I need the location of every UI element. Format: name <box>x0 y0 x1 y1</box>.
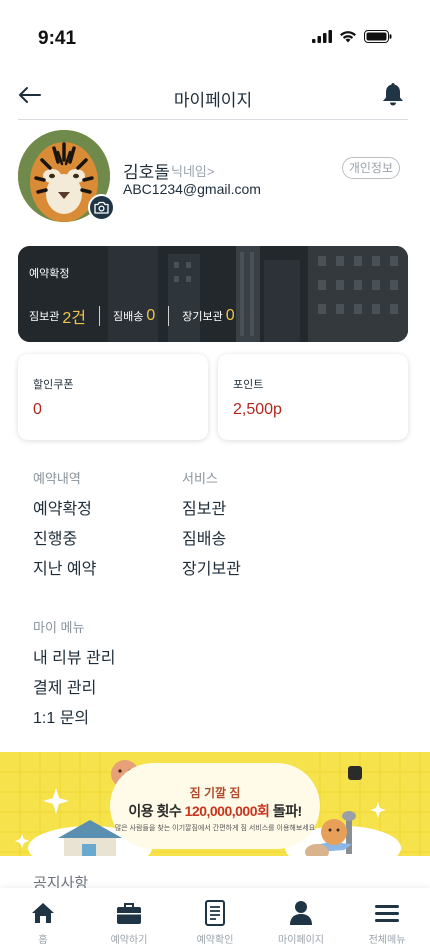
stat-longterm-label: 장기보관 <box>182 311 223 323</box>
promo-headline-suffix: 돌파! <box>269 803 302 819</box>
camera-icon <box>94 201 109 214</box>
menu-item-payments[interactable]: 결제 관리 <box>33 674 116 704</box>
wifi-icon <box>340 31 356 43</box>
reservations-menu-heading: 예약내역 <box>33 471 81 486</box>
app-header: 마이페이지 <box>18 78 408 120</box>
tab-home[interactable]: 홈 <box>0 888 86 950</box>
promo-pill: 짐 기깔 짐 이용 횟수 120,000,000회 돌파! 많은 사람들을 찾는… <box>110 763 320 849</box>
reservations-menu: 예약내역 예약확정 진행중 지난 예약 <box>33 468 96 585</box>
tab-full-menu-label: 전체메뉴 <box>368 935 406 946</box>
my-menu: 마이 메뉴 내 리뷰 관리 결제 관리 1:1 문의 <box>33 617 116 734</box>
page-title: 마이페이지 <box>173 91 253 110</box>
nickname-link[interactable]: 닉네임> <box>171 161 214 180</box>
tab-mypage[interactable]: 마이페이지 <box>258 888 344 950</box>
stat-delivery-value: 0 <box>146 307 156 324</box>
menu-item-in-progress[interactable]: 진행중 <box>33 525 96 555</box>
notification-button[interactable] <box>380 81 406 107</box>
promo-logo: 짐 기깔 짐 <box>189 786 241 800</box>
document-icon <box>202 900 228 926</box>
home-icon <box>30 900 56 926</box>
my-menu-heading: 마이 메뉴 <box>33 620 85 635</box>
promo-subtext: 많은 사람들을 찾는 이기깔짐에서 간편하게 짐 서비스를 이용해보세요 <box>114 825 316 832</box>
points-value: 2,500p <box>233 401 282 418</box>
tab-home-label: 홈 <box>38 935 48 946</box>
suitcase-icon <box>116 900 142 926</box>
battery-icon <box>364 30 392 43</box>
tab-mypage-label: 마이페이지 <box>278 935 324 946</box>
points-card[interactable]: 포인트 2,500p <box>218 354 408 440</box>
stat-storage-label: 짐보관 <box>29 311 60 323</box>
coupon-card[interactable]: 할인쿠폰 0 <box>18 354 208 440</box>
promo-headline-prefix: 이용 횟수 <box>128 803 185 819</box>
avatar-camera-button[interactable] <box>88 194 115 221</box>
tab-reserve[interactable]: 예약하기 <box>86 888 172 950</box>
menu-item-past[interactable]: 지난 예약 <box>33 555 96 585</box>
personal-info-button[interactable]: 개인정보 <box>341 157 400 179</box>
signal-icon <box>312 30 332 43</box>
points-label: 포인트 <box>233 379 264 391</box>
status-icons <box>312 30 392 43</box>
coupon-label: 할인쿠폰 <box>33 379 74 391</box>
user-name: 김호돌 <box>123 163 170 182</box>
services-menu: 서비스 짐보관 짐배송 장기보관 <box>182 468 241 585</box>
menu-item-confirmed[interactable]: 예약확정 <box>33 495 96 525</box>
stat-longterm-value: 0 <box>225 307 235 324</box>
tab-check-reservation-label: 예약확인 <box>196 935 234 946</box>
menu-icon <box>374 900 400 926</box>
menu-item-storage[interactable]: 짐보관 <box>182 495 241 525</box>
stat-divider <box>168 306 170 326</box>
status-time: 9:41 <box>38 28 77 49</box>
menu-item-inquiry[interactable]: 1:1 문의 <box>33 704 116 734</box>
menu-item-longterm[interactable]: 장기보관 <box>182 555 241 585</box>
stat-storage-value: 2건 <box>62 310 86 327</box>
stat-divider <box>99 306 100 326</box>
menu-item-delivery[interactable]: 짐배송 <box>182 525 241 555</box>
bottom-tab-bar: 홈 예약하기 예약확인 마이페이지 전체메뉴 <box>0 888 430 950</box>
stat-delivery-label: 짐배송 <box>113 311 144 323</box>
status-bar: 9:41 <box>0 0 430 70</box>
tab-reserve-label: 예약하기 <box>110 935 148 946</box>
reservation-summary-title: 예약확정 <box>29 268 70 280</box>
promo-banner[interactable]: 짐 기깔 짐 이용 횟수 120,000,000회 돌파! 많은 사람들을 찾는… <box>0 752 430 856</box>
user-email: ABC1234@gmail.com <box>123 181 261 197</box>
coupon-value: 0 <box>33 401 42 418</box>
bell-icon <box>383 83 403 106</box>
menu-item-reviews[interactable]: 내 리뷰 관리 <box>33 644 116 674</box>
promo-headline: 이용 횟수 120,000,000회 돌파! <box>110 801 320 821</box>
profile-section: 김호돌 닉네임> ABC1234@gmail.com 개인정보 <box>18 130 408 225</box>
promo-headline-highlight: 120,000,000회 <box>184 803 270 819</box>
user-icon <box>288 900 314 926</box>
reservation-summary-banner[interactable]: 예약확정 짐보관 2건 짐배송 0 장기보관 0 <box>18 246 408 342</box>
tab-check-reservation[interactable]: 예약확인 <box>172 888 258 950</box>
reservation-stats: 짐보관 2건 짐배송 0 장기보관 0 <box>29 304 235 328</box>
services-menu-heading: 서비스 <box>182 471 218 486</box>
tab-full-menu[interactable]: 전체메뉴 <box>344 888 430 950</box>
